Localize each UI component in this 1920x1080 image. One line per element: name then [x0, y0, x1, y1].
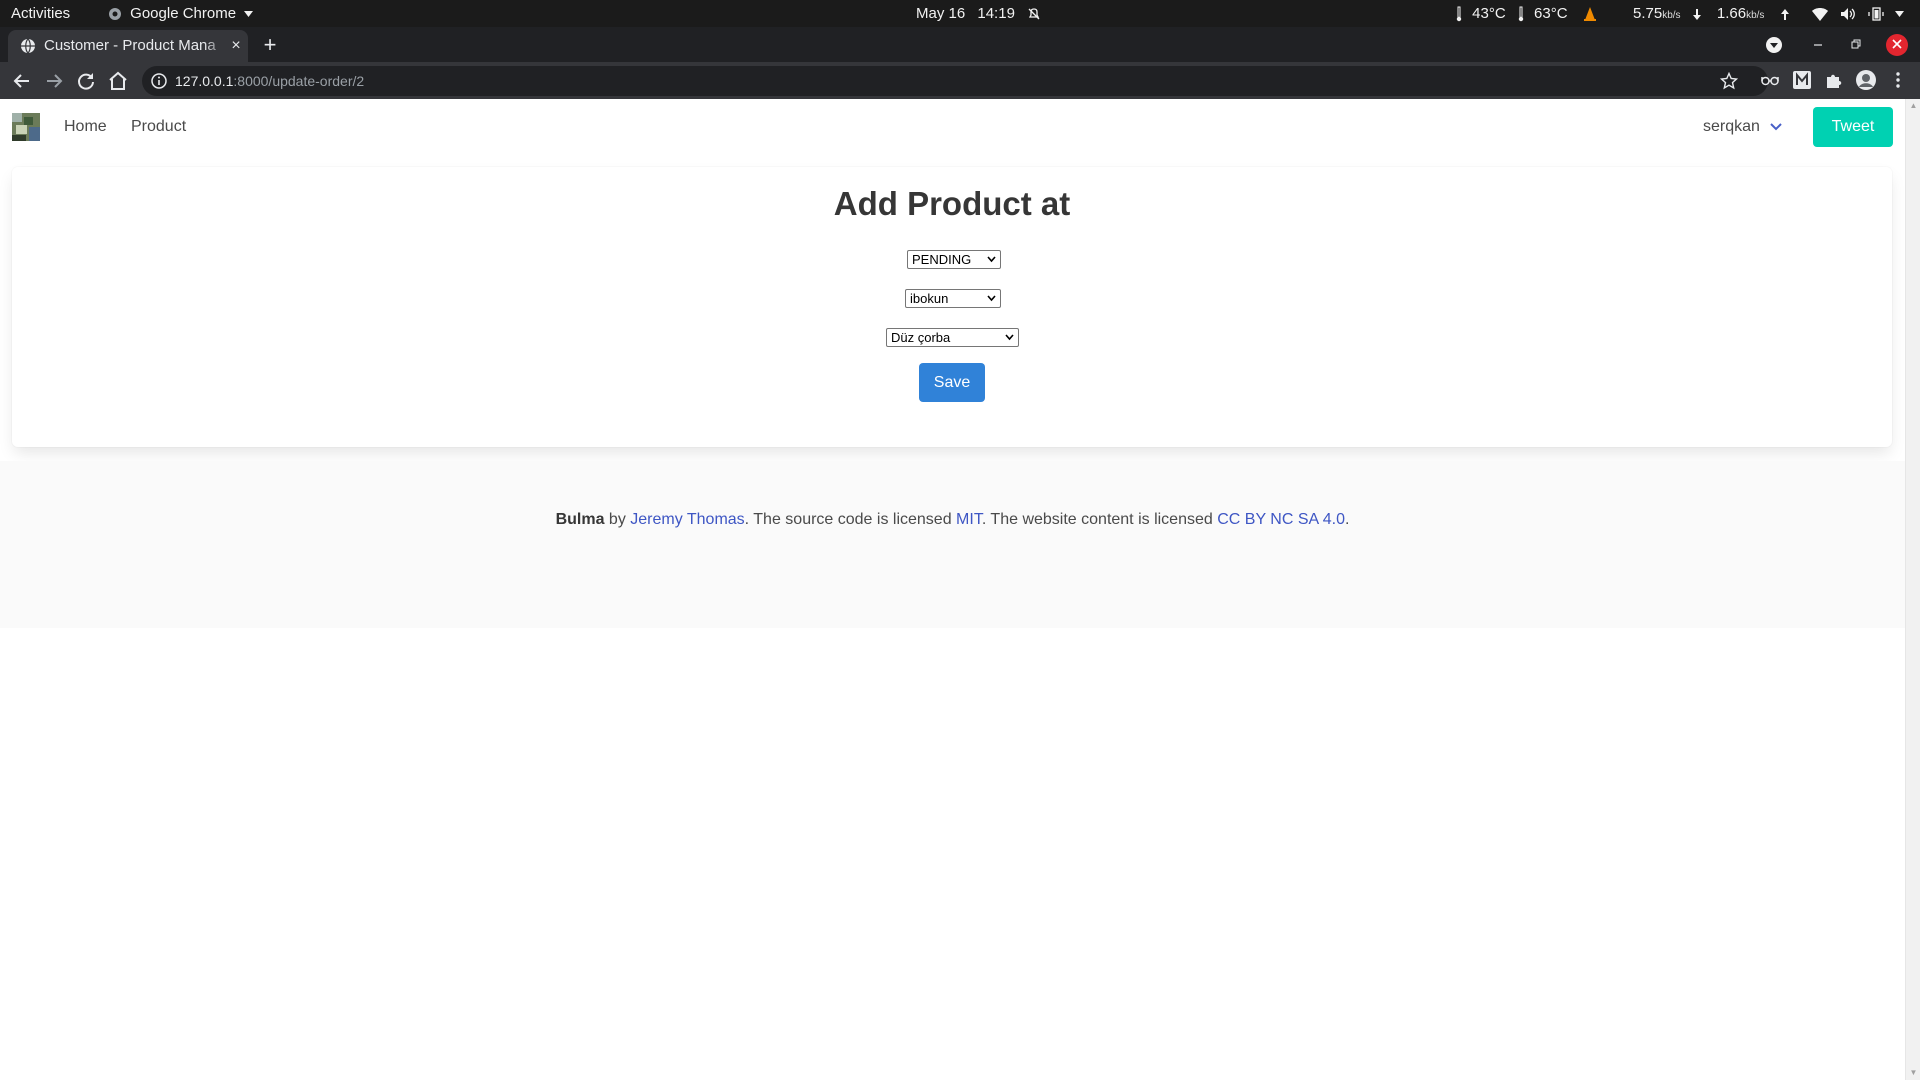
product-select-value: Düz çorba	[891, 330, 951, 345]
reading-glasses-icon[interactable]	[1759, 69, 1781, 91]
system-top-bar: Activities Google Chrome May 16 14:19 43…	[0, 0, 1920, 27]
save-button[interactable]: Save	[919, 363, 985, 402]
tab-title-fade	[204, 30, 228, 62]
minimize-button[interactable]	[1807, 34, 1829, 56]
footer-cc-link[interactable]: CC BY NC SA 4.0	[1217, 511, 1345, 528]
time-text: 14:19	[977, 5, 1015, 22]
upload-speed: 1.66	[1716, 5, 1747, 22]
thermometer-icon	[1518, 6, 1524, 22]
brand-logo[interactable]	[12, 113, 40, 141]
gpu-temp: 63°C	[1534, 5, 1568, 22]
clock[interactable]: May 16 14:19	[916, 0, 1041, 27]
footer-text-by: by	[604, 511, 631, 528]
status-select-value: PENDING	[912, 252, 972, 267]
m-extension-icon[interactable]	[1791, 69, 1813, 91]
date-text: May 16	[916, 5, 966, 22]
restore-icon	[1851, 39, 1861, 49]
product-select[interactable]: Düz çorba	[886, 328, 1019, 347]
customer-select-value: ibokun	[910, 291, 949, 306]
new-tab-button[interactable]: +	[258, 33, 282, 57]
url-path: :8000/update-order/2	[233, 73, 365, 89]
scroll-down-icon[interactable]: ▼	[1909, 1068, 1918, 1077]
battery-icon	[1868, 7, 1884, 21]
nav-product-link[interactable]: Product	[131, 99, 186, 155]
wifi-icon	[1812, 7, 1828, 21]
temperature-indicator[interactable]: 43°C 63°C	[1456, 0, 1568, 27]
vlc-icon[interactable]	[1583, 0, 1597, 27]
tab-active[interactable]: Customer - Product Mana ×	[8, 30, 248, 62]
system-menu[interactable]	[1812, 0, 1904, 27]
tab-close-icon[interactable]: ×	[226, 36, 246, 56]
address-bar[interactable]: 127.0.0.1:8000/update-order/2	[142, 66, 1768, 96]
chevron-down-icon	[1770, 123, 1782, 131]
app-name: Google Chrome	[130, 5, 237, 22]
footer-text: Bulma by Jeremy Thomas. The source code …	[0, 511, 1905, 529]
scroll-up-icon[interactable]: ▲	[1909, 101, 1918, 110]
caret-down-icon	[244, 11, 254, 18]
footer-text-end: .	[1344, 511, 1350, 528]
bookmark-star-icon[interactable]	[1720, 72, 1738, 90]
footer-author-link[interactable]: Jeremy Thomas	[630, 511, 744, 528]
chevron-down-icon	[987, 256, 996, 263]
info-icon[interactable]	[150, 72, 168, 90]
cpu-temp: 43°C	[1472, 5, 1506, 22]
restore-button[interactable]	[1845, 34, 1867, 56]
tab-title: Customer - Product Mana	[44, 37, 216, 54]
footer-brand: Bulma	[555, 511, 605, 528]
home-icon[interactable]	[106, 69, 130, 93]
page-scrollbar[interactable]: ▲ ▼	[1905, 99, 1920, 1080]
arrow-up-icon	[1780, 8, 1789, 20]
web-page: Home Product serqkan Tweet Add Product a…	[0, 99, 1905, 1080]
volume-icon	[1841, 8, 1856, 21]
chevron-down-icon	[987, 295, 996, 302]
footer-text-code: . The source code is licensed	[744, 511, 957, 528]
network-speed-indicator[interactable]: 5.75kb/s 1.66kb/s	[1633, 0, 1789, 27]
tab-strip: Customer - Product Mana × +	[0, 27, 1920, 62]
activities-button[interactable]: Activities	[11, 0, 70, 27]
chevron-down-icon	[1005, 334, 1014, 341]
tweet-button[interactable]: Tweet	[1813, 107, 1893, 147]
download-unit: kb/s	[1662, 10, 1681, 21]
form-card: Add Product at PENDING ibokun Düz çorba …	[12, 167, 1892, 447]
thermometer-icon	[1456, 6, 1462, 22]
site-footer: Bulma by Jeremy Thomas. The source code …	[0, 461, 1905, 628]
reload-icon[interactable]	[74, 69, 98, 93]
caret-down-icon	[1894, 11, 1904, 18]
site-navbar: Home Product serqkan Tweet	[0, 99, 1905, 155]
browser-toolbar: 127.0.0.1:8000/update-order/2	[0, 62, 1920, 99]
close-icon	[1892, 39, 1902, 49]
download-speed: 5.75	[1633, 5, 1663, 22]
arrow-down-icon	[1692, 8, 1701, 20]
customer-select[interactable]: ibokun	[905, 289, 1001, 308]
user-dropdown[interactable]: serqkan	[1703, 99, 1782, 155]
chrome-app-icon	[109, 8, 121, 21]
username: serqkan	[1703, 118, 1760, 135]
forward-arrow-icon[interactable]	[42, 69, 66, 93]
more-menu-icon[interactable]	[1887, 69, 1909, 91]
window-close-button[interactable]	[1886, 34, 1908, 56]
page-title: Add Product at	[833, 185, 1071, 222]
upload-unit: kb/s	[1746, 10, 1765, 21]
minimize-icon	[1814, 44, 1822, 46]
footer-text-content: . The website content is licensed	[981, 511, 1218, 528]
url-text: 127.0.0.1:8000/update-order/2	[175, 66, 364, 96]
globe-icon	[21, 38, 35, 54]
tab-search-icon[interactable]	[1766, 37, 1782, 53]
nav-home-link[interactable]: Home	[64, 99, 107, 155]
notifications-muted-icon	[1028, 8, 1040, 20]
extensions-puzzle-icon[interactable]	[1823, 69, 1845, 91]
url-host: 127.0.0.1	[175, 73, 234, 89]
app-menu[interactable]: Google Chrome	[108, 0, 254, 27]
status-select[interactable]: PENDING	[907, 250, 1001, 269]
back-arrow-icon[interactable]	[10, 69, 34, 93]
footer-mit-link[interactable]: MIT	[956, 511, 982, 528]
profile-avatar-icon[interactable]	[1855, 69, 1877, 91]
